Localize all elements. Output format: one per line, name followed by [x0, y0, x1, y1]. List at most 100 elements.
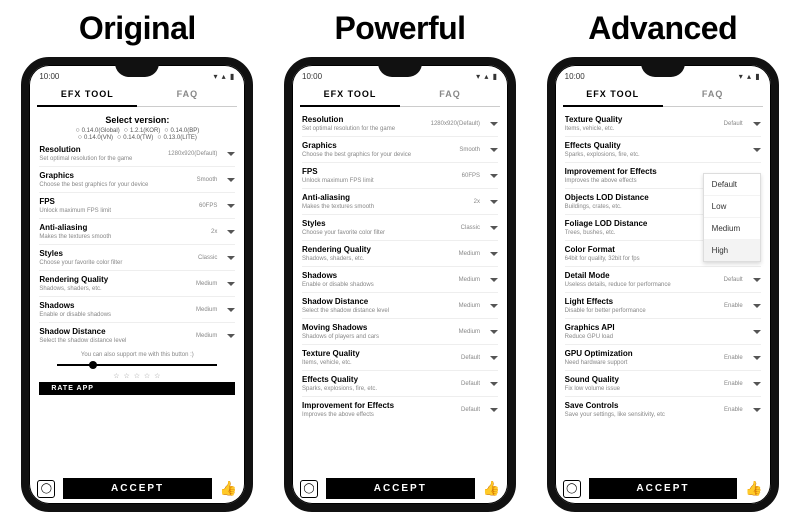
heading-advanced: Advanced — [537, 10, 788, 47]
accept-button[interactable]: ACCEPT — [326, 478, 475, 499]
setting-subtitle: Reduce GPU load — [565, 333, 737, 341]
version-option[interactable]: 0.14.0(VN) — [78, 134, 113, 141]
setting-row[interactable]: Moving ShadowsShadows of players and car… — [302, 318, 498, 344]
chevron-down-icon — [490, 226, 498, 230]
version-option[interactable]: 0.14.0(BP) — [164, 127, 199, 134]
chevron-down-icon — [753, 304, 761, 308]
comparison-stage: Original 10:00 ▾ ▴ ▮ EFX TOOL FAQ Select… — [0, 0, 800, 512]
settings-list: Select version: 0.14.0(Global) 1.2.1(KOR… — [29, 107, 245, 395]
setting-row[interactable]: FPSUnlock maximum FPS limit60FPS — [39, 192, 235, 218]
chevron-down-icon — [753, 382, 761, 386]
setting-row[interactable]: Shadow DistanceSelect the shadow distanc… — [302, 292, 498, 318]
setting-row[interactable]: StylesChoose your favorite color filterC… — [39, 244, 235, 270]
setting-row[interactable]: FPSUnlock maximum FPS limit60FPS — [302, 162, 498, 188]
dropdown-option[interactable]: High — [704, 240, 760, 261]
setting-row[interactable]: Detail ModeUseless details, reduce for p… — [565, 266, 761, 292]
dropdown-option[interactable]: Medium — [704, 218, 760, 240]
thumbs-up-icon[interactable]: 👍 — [220, 480, 237, 497]
setting-row[interactable]: Save ControlsSave your settings, like se… — [565, 396, 761, 422]
setting-subtitle: Fix low volume issue — [565, 385, 718, 393]
phone-advanced: 10:00 ▾ ▴ ▮ EFX TOOL FAQ Texture Quality… — [547, 57, 779, 512]
setting-text: Color Format64bit for quality, 32bit for… — [565, 245, 722, 263]
setting-row[interactable]: StylesChoose your favorite color filterC… — [302, 214, 498, 240]
setting-title: Resolution — [39, 145, 162, 155]
support-slider[interactable] — [57, 360, 217, 370]
setting-row[interactable]: Anti-aliasingMakes the textures smooth2x — [39, 218, 235, 244]
setting-row[interactable]: GraphicsChoose the best graphics for you… — [39, 166, 235, 192]
setting-subtitle: Select the shadow distance level — [39, 337, 190, 345]
setting-title: Anti-aliasing — [302, 193, 468, 203]
setting-value: Default — [724, 277, 743, 283]
setting-subtitle: Unlock maximum FPS limit — [39, 207, 193, 215]
settings-list: ResolutionSet optimal resolution for the… — [292, 107, 508, 422]
rate-app-button[interactable]: RATE APP — [39, 382, 235, 395]
setting-text: Anti-aliasingMakes the textures smooth — [302, 193, 468, 211]
setting-row[interactable]: GPU OptimizationNeed hardware supportEna… — [565, 344, 761, 370]
setting-text: Sound QualityFix low volume issue — [565, 375, 718, 393]
setting-row[interactable]: Rendering QualityShadows, shaders, etc.M… — [39, 270, 235, 296]
setting-row[interactable]: Effects QualitySparks, explosions, fire,… — [302, 370, 498, 396]
chevron-down-icon — [227, 256, 235, 260]
tab-bar: EFX TOOL FAQ — [29, 83, 245, 107]
setting-row[interactable]: ResolutionSet optimal resolution for the… — [39, 141, 235, 166]
version-option[interactable]: 0.14.0(Global) — [75, 127, 119, 134]
instagram-icon[interactable]: ◯ — [563, 480, 581, 498]
setting-row[interactable]: Rendering QualityShadows, shaders, etc.M… — [302, 240, 498, 266]
setting-title: Detail Mode — [565, 271, 718, 281]
setting-row[interactable]: Texture QualityItems, vehicle, etc.Defau… — [302, 344, 498, 370]
setting-title: Shadow Distance — [302, 297, 453, 307]
tab-efx-tool[interactable]: EFX TOOL — [563, 89, 663, 107]
setting-row[interactable]: Texture QualityItems, vehicle, etc.Defau… — [565, 111, 761, 136]
setting-row[interactable]: ShadowsEnable or disable shadowsMedium — [39, 296, 235, 322]
setting-row[interactable]: Sound QualityFix low volume issueEnable — [565, 370, 761, 396]
tab-efx-tool[interactable]: EFX TOOL — [37, 89, 137, 107]
setting-row[interactable]: Anti-aliasingMakes the textures smooth2x — [302, 188, 498, 214]
version-option[interactable]: 0.13.0(LITE) — [157, 134, 197, 141]
setting-subtitle: Unlock maximum FPS limit — [302, 177, 456, 185]
setting-subtitle: Select the shadow distance level — [302, 307, 453, 315]
bottom-bar: ◯ ACCEPT 👍 — [300, 478, 500, 499]
chevron-down-icon — [753, 330, 761, 334]
setting-subtitle: Sparks, explosions, fire, etc. — [302, 385, 455, 393]
setting-row[interactable]: Improvement for EffectsImproves the abov… — [302, 396, 498, 422]
status-icons: ▾ ▴ ▮ — [476, 72, 498, 81]
tab-faq[interactable]: FAQ — [663, 89, 763, 107]
setting-row[interactable]: ShadowsEnable or disable shadowsMedium — [302, 266, 498, 292]
chevron-down-icon — [753, 278, 761, 282]
dropdown-option[interactable]: Low — [704, 196, 760, 218]
instagram-icon[interactable]: ◯ — [37, 480, 55, 498]
setting-subtitle: Choose your favorite color filter — [302, 229, 455, 237]
version-option[interactable]: 0.14.0(TW) — [117, 134, 153, 141]
accept-button[interactable]: ACCEPT — [63, 478, 212, 499]
version-option[interactable]: 1.2.1(KOR) — [124, 127, 161, 134]
setting-row[interactable]: Graphics APIReduce GPU load — [565, 318, 761, 344]
thumbs-up-icon[interactable]: 👍 — [483, 480, 500, 497]
setting-text: Effects QualitySparks, explosions, fire,… — [565, 141, 737, 159]
status-icons: ▾ ▴ ▮ — [213, 72, 235, 81]
setting-title: Moving Shadows — [302, 323, 453, 333]
dropdown-option[interactable]: Default — [704, 174, 760, 196]
chevron-down-icon — [490, 304, 498, 308]
setting-row[interactable]: Effects QualitySparks, explosions, fire,… — [565, 136, 761, 162]
rating-stars[interactable]: ☆ ☆ ☆ ☆ ☆ — [39, 372, 235, 380]
setting-row[interactable]: GraphicsChoose the best graphics for you… — [302, 136, 498, 162]
tab-faq[interactable]: FAQ — [400, 89, 500, 107]
thumbs-up-icon[interactable]: 👍 — [745, 480, 762, 497]
chevron-down-icon — [227, 308, 235, 312]
setting-value: Medium — [196, 307, 217, 313]
setting-subtitle: Shadows, shaders, etc. — [302, 255, 453, 263]
setting-row[interactable]: Light EffectsDisable for better performa… — [565, 292, 761, 318]
setting-value: Classic — [198, 255, 217, 261]
tab-efx-tool[interactable]: EFX TOOL — [300, 89, 400, 107]
setting-value: 60FPS — [199, 203, 217, 209]
setting-row[interactable]: ResolutionSet optimal resolution for the… — [302, 111, 498, 136]
setting-title: Improvement for Effects — [302, 401, 455, 411]
setting-text: Texture QualityItems, vehicle, etc. — [302, 349, 455, 367]
accept-button[interactable]: ACCEPT — [589, 478, 738, 499]
setting-row[interactable]: Shadow DistanceSelect the shadow distanc… — [39, 322, 235, 348]
chevron-down-icon — [490, 252, 498, 256]
bottom-bar: ◯ ACCEPT 👍 — [563, 478, 763, 499]
col-powerful: Powerful 10:00 ▾ ▴ ▮ EFX TOOL FAQ Resolu… — [275, 10, 526, 512]
instagram-icon[interactable]: ◯ — [300, 480, 318, 498]
tab-faq[interactable]: FAQ — [137, 89, 237, 107]
